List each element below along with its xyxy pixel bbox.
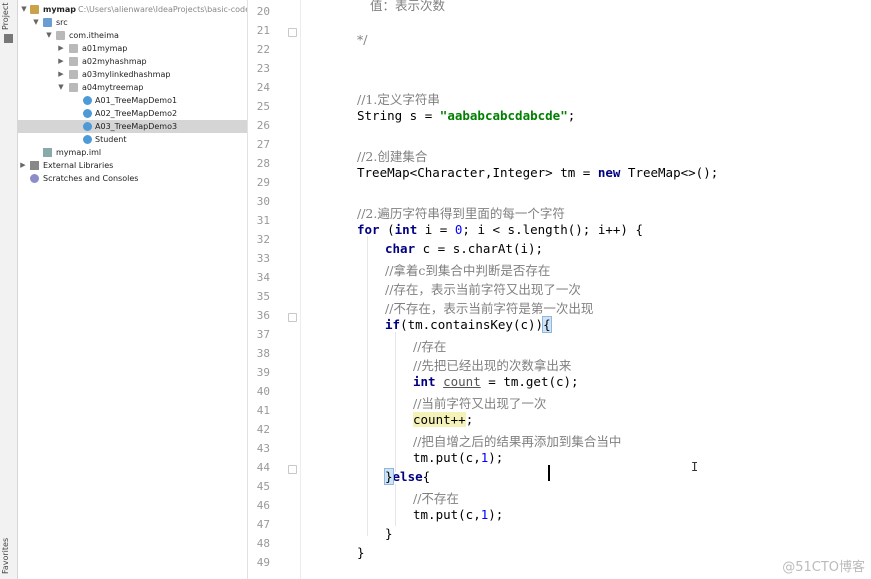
tree-folder-a02[interactable]: ▶ a02myhashmap: [18, 55, 247, 68]
tree-iml[interactable]: mymap.iml: [18, 146, 247, 159]
class-icon: [83, 96, 92, 105]
line-number: 27: [256, 138, 270, 151]
package-icon: [69, 44, 78, 53]
tree-class-label: A03_TreeMapDemo3: [95, 122, 178, 131]
tree-src-label: src: [56, 18, 68, 27]
line-number: 41: [256, 404, 270, 417]
line-number: 39: [256, 366, 270, 379]
line-number: 20: [256, 5, 270, 18]
line-number: 31: [256, 214, 270, 227]
tree-scratches[interactable]: Scratches and Consoles: [18, 172, 247, 185]
chevron-down-icon[interactable]: ▼: [20, 3, 28, 16]
tree-folder-label: a03mylinkedhashmap: [82, 70, 171, 79]
line-number: 46: [256, 499, 270, 512]
line-number: 48: [256, 537, 270, 550]
library-icon: [30, 161, 39, 170]
chevron-right-icon[interactable]: ▶: [57, 42, 65, 55]
class-icon: [83, 135, 92, 144]
fold-marker-icon[interactable]: [288, 313, 297, 322]
tool-window-stripe: Project Favorites: [0, 0, 18, 579]
indent-guide: [367, 236, 368, 536]
root-name: mymap: [43, 5, 77, 14]
line-number: 37: [256, 328, 270, 341]
line-number: 34: [256, 271, 270, 284]
favorites-tool-tab[interactable]: Favorites: [1, 538, 10, 574]
line-number: 26: [256, 119, 270, 132]
project-tool-tab[interactable]: Project: [1, 3, 10, 30]
line-number: 23: [256, 62, 270, 75]
tree-class-label: Student: [95, 135, 127, 144]
root-path: C:\Users\alienware\IdeaProjects\basic-co…: [78, 5, 248, 14]
package-icon: [69, 70, 78, 79]
chevron-down-icon[interactable]: ▼: [57, 81, 65, 94]
line-number: 35: [256, 290, 270, 303]
tree-external-libraries-label: External Libraries: [43, 161, 114, 170]
package-icon: [69, 57, 78, 66]
project-tree: ▼ mymap C:\Users\alienware\IdeaProjects\…: [18, 0, 248, 579]
project-icon: [4, 34, 13, 43]
tree-folder-label: a01mymap: [82, 44, 128, 53]
tree-package-label: com.itheima: [69, 31, 119, 40]
line-number: 33: [256, 252, 270, 265]
chevron-down-icon[interactable]: ▼: [32, 16, 40, 29]
line-number: 43: [256, 442, 270, 455]
class-icon: [83, 122, 92, 131]
tree-iml-label: mymap.iml: [56, 148, 102, 157]
line-number: 32: [256, 233, 270, 246]
tree-folder-a04[interactable]: ▼ a04mytreemap: [18, 81, 247, 94]
class-icon: [83, 109, 92, 118]
scratches-icon: [30, 174, 39, 183]
package-icon: [69, 83, 78, 92]
fold-marker-icon[interactable]: [288, 28, 297, 37]
package-icon: [56, 31, 65, 40]
tree-class-label: A02_TreeMapDemo2: [95, 109, 178, 118]
line-number: 45: [256, 480, 270, 493]
tree-scratches-label: Scratches and Consoles: [43, 174, 139, 183]
line-number: 22: [256, 43, 270, 56]
line-number: 30: [256, 195, 270, 208]
chevron-right-icon[interactable]: ▶: [57, 68, 65, 81]
line-number: 47: [256, 518, 270, 531]
fold-marker-icon[interactable]: [288, 465, 297, 474]
tree-src[interactable]: ▼ src: [18, 16, 247, 29]
tree-class-student[interactable]: Student: [18, 133, 247, 146]
code-editor[interactable]: 20 21 22 23 24 25 26 27 28 29 30 31 32 33 34 35 36 37 38 39…: [248, 0, 871, 579]
tree-folder-label: a04mytreemap: [82, 83, 144, 92]
module-file-icon: [43, 148, 52, 157]
line-number: 49: [256, 556, 270, 569]
mouse-cursor: I: [691, 460, 699, 474]
line-number: 29: [256, 176, 270, 189]
chevron-right-icon[interactable]: ▶: [19, 159, 27, 172]
indent-guide: [395, 332, 396, 472]
editor-gutter: 20 21 22 23 24 25 26 27 28 29 30 31 32 33 34 35 36 37 38 39…: [248, 0, 301, 579]
line-number: 21: [256, 24, 270, 37]
tree-folder-label: a02myhashmap: [82, 57, 147, 66]
tree-folder-a01[interactable]: ▶ a01mymap: [18, 42, 247, 55]
tree-folder-a03[interactable]: ▶ a03mylinkedhashmap: [18, 68, 247, 81]
source-folder-icon: [43, 18, 52, 27]
tree-class-a02[interactable]: A02_TreeMapDemo2: [18, 107, 247, 120]
watermark: @51CTO博客: [782, 560, 865, 575]
chevron-down-icon[interactable]: ▼: [45, 29, 53, 42]
line-number: 24: [256, 81, 270, 94]
line-number: 25: [256, 100, 270, 113]
text-caret: [548, 465, 550, 481]
line-number: 40: [256, 385, 270, 398]
line-number: 42: [256, 423, 270, 436]
line-number: 38: [256, 347, 270, 360]
chevron-right-icon[interactable]: ▶: [57, 55, 65, 68]
indent-guide: [395, 484, 396, 526]
tree-package[interactable]: ▼ com.itheima: [18, 29, 247, 42]
line-number: 28: [256, 157, 270, 170]
tree-class-a03-selected[interactable]: A03_TreeMapDemo3: [18, 120, 247, 133]
tree-root[interactable]: ▼ mymap C:\Users\alienware\IdeaProjects\…: [18, 3, 247, 16]
line-number: 36: [256, 309, 270, 322]
folder-icon: [30, 5, 39, 14]
tree-class-a01[interactable]: A01_TreeMapDemo1: [18, 94, 247, 107]
line-number: 44: [256, 461, 270, 474]
tree-external-libraries[interactable]: ▶ External Libraries: [18, 159, 247, 172]
tree-class-label: A01_TreeMapDemo1: [95, 96, 178, 105]
